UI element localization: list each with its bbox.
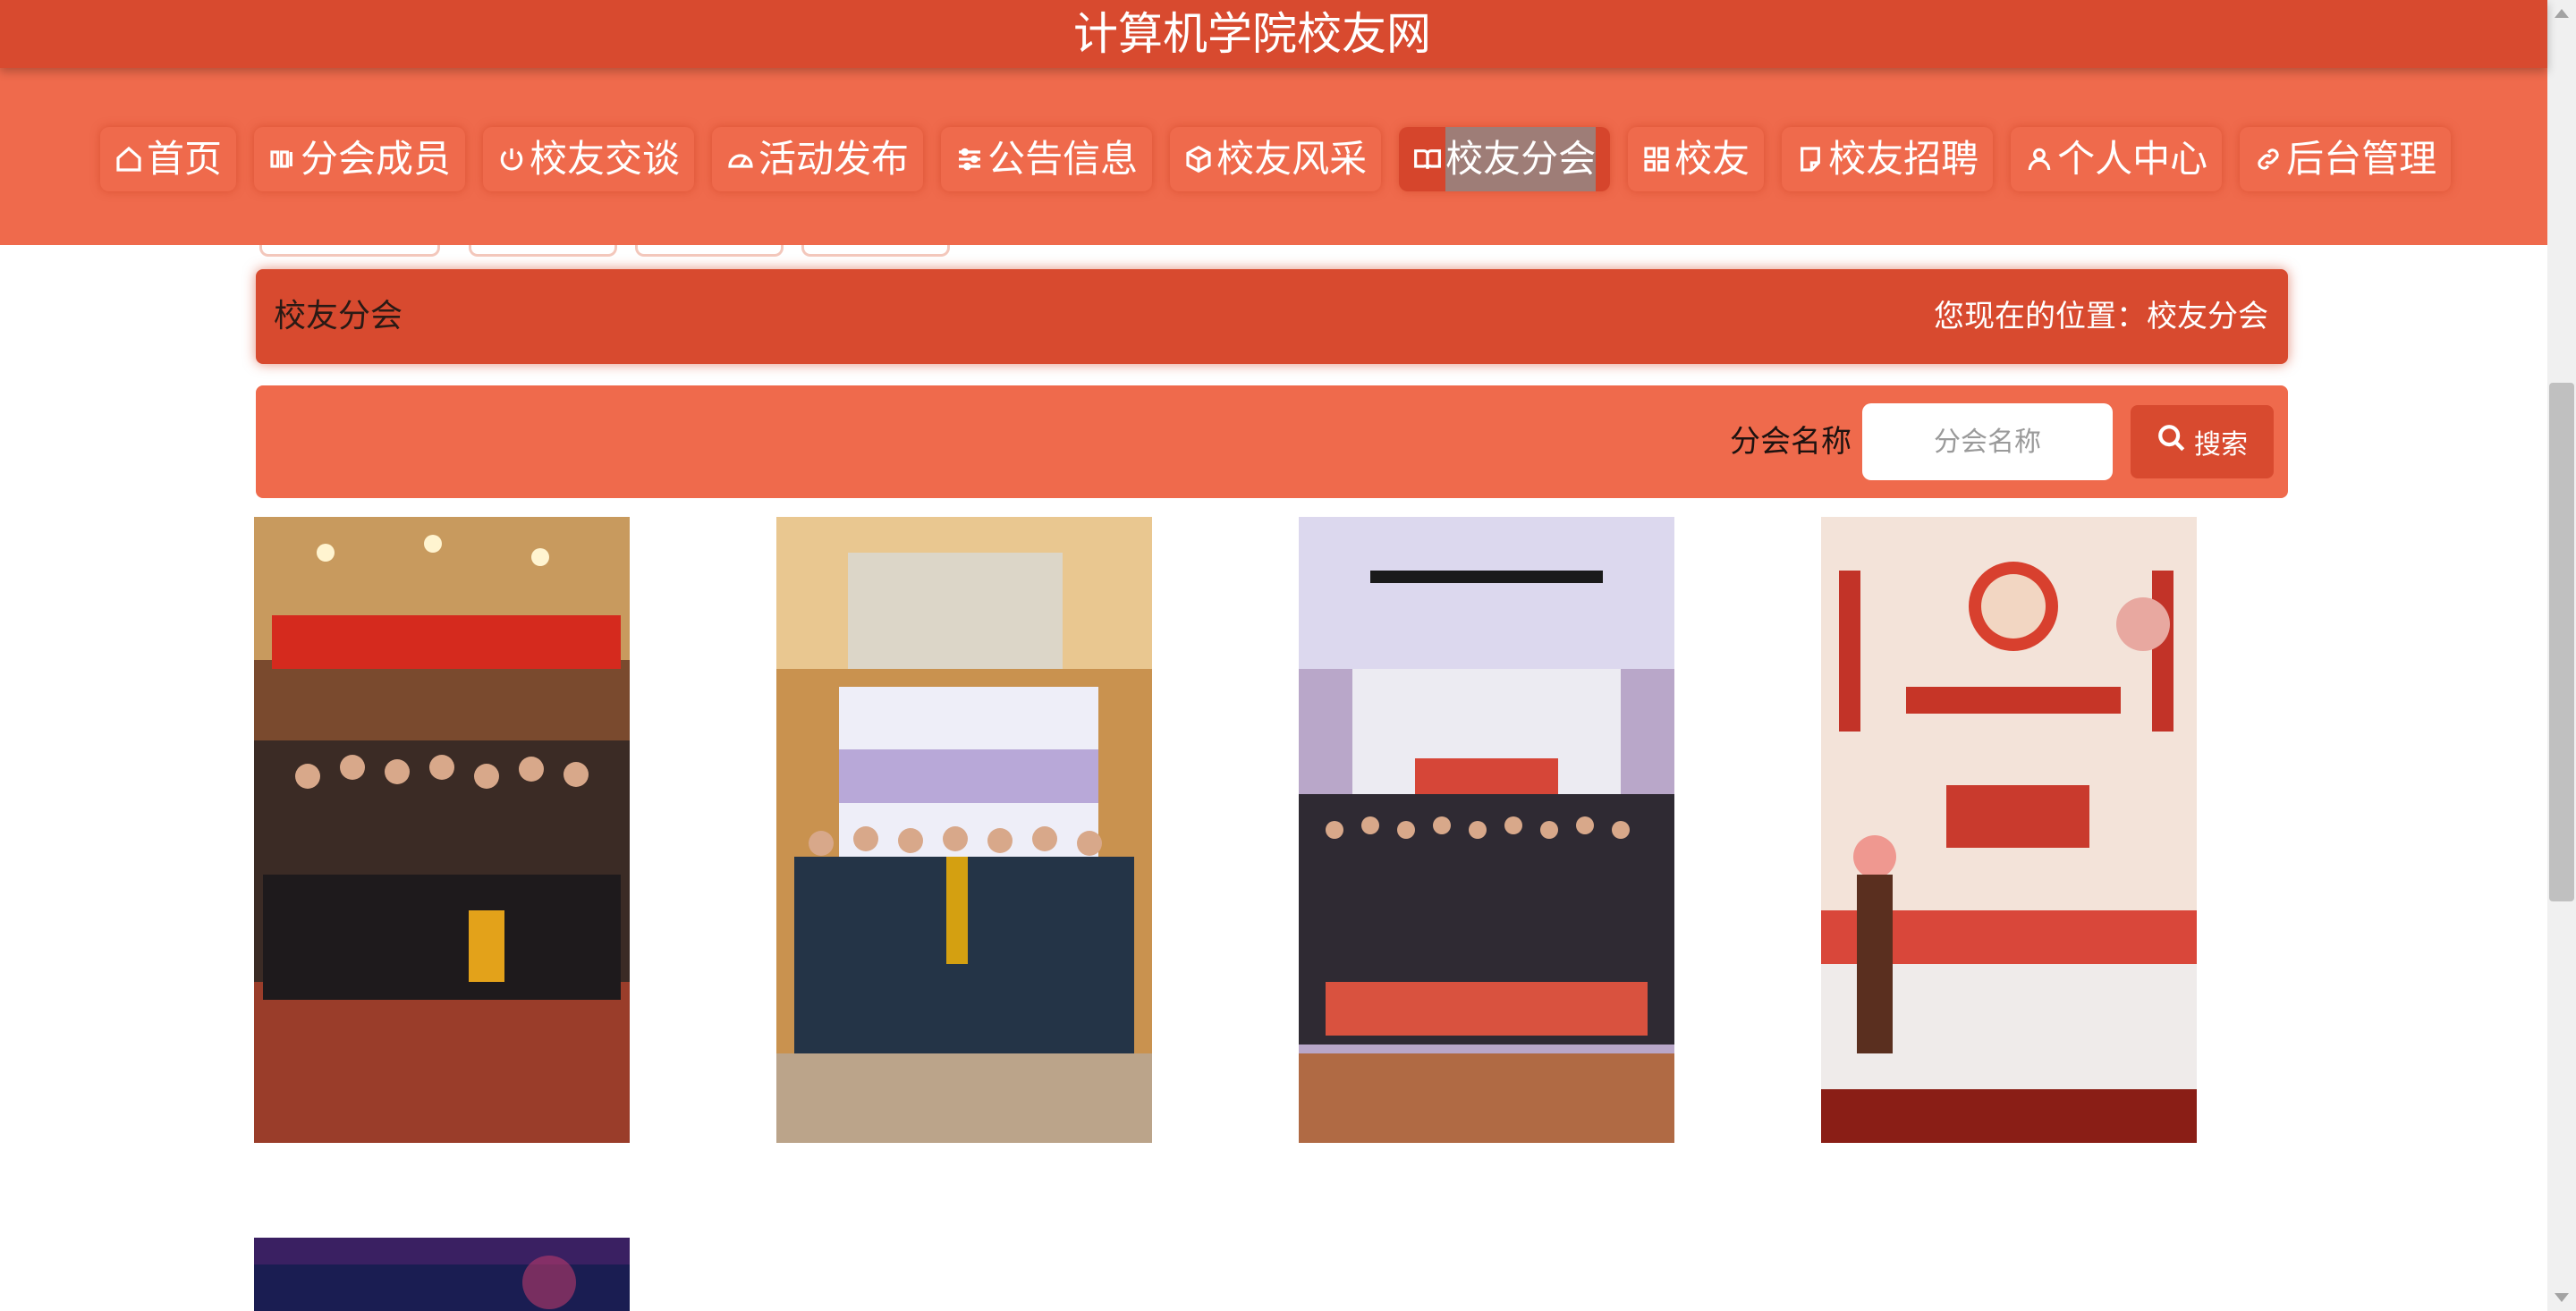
main-nav: 首页 分会成员 校友交谈 活动发布 公告信息 校友风采 校友分会 校友 校友招聘…: [0, 68, 2547, 245]
header-bar: 计算机学院校友网: [0, 0, 2547, 68]
nav-item-profile[interactable]: 个人中心: [2011, 127, 2222, 191]
search-button-label: 搜索: [2194, 429, 2248, 461]
group-photo: [254, 517, 630, 1143]
link-icon: [2254, 145, 2283, 173]
page-title: 校友分会: [274, 298, 403, 334]
branch-card[interactable]: [776, 517, 1152, 1143]
nav-item-label: 首页: [147, 137, 223, 181]
page-header: 校友分会 您现在的位置：校友分会: [256, 269, 2288, 364]
branch-card[interactable]: [254, 1238, 630, 1311]
search-button[interactable]: 搜索: [2131, 405, 2274, 478]
scroll-down-icon[interactable]: [2555, 1293, 2569, 1302]
home-icon: [114, 145, 143, 173]
scroll-up-icon[interactable]: [2555, 9, 2569, 18]
group-photo: [776, 517, 1152, 1143]
branch-card[interactable]: [1821, 517, 2197, 1143]
gauge-icon: [726, 145, 755, 173]
search-icon: [2157, 423, 2187, 461]
nav-item-home[interactable]: 首页: [100, 127, 236, 191]
nav-item-label: 后台管理: [2286, 137, 2437, 181]
members-icon: [268, 145, 297, 173]
nav-item-recruitment[interactable]: 校友招聘: [1782, 127, 1993, 191]
site-title: 计算机学院校友网: [1073, 8, 1431, 60]
nav-item-label: 校友: [1674, 137, 1750, 181]
search-input[interactable]: [1862, 403, 2113, 480]
nav-item-label: 校友分会: [1445, 127, 1597, 191]
group-photo: [1821, 517, 2197, 1143]
document-icon: [1796, 145, 1825, 173]
branch-card[interactable]: [254, 517, 630, 1143]
nav-item-label: 公告信息: [987, 137, 1139, 181]
nav-item-admin[interactable]: 后台管理: [2240, 127, 2451, 191]
nav-item-label: 校友招聘: [1828, 137, 1979, 181]
nav-item-notices[interactable]: 公告信息: [941, 127, 1152, 191]
cube-icon: [1184, 145, 1213, 173]
user-icon: [2025, 145, 2054, 173]
nav-item-label: 校友交谈: [530, 137, 681, 181]
nav-item-label: 活动发布: [758, 137, 910, 181]
search-label: 分会名称: [1730, 424, 1852, 460]
search-bar: 分会名称 搜索: [256, 385, 2288, 498]
nav-item-branches[interactable]: 校友分会: [1399, 127, 1611, 191]
book-open-icon: [1413, 145, 1442, 173]
scrollbar-thumb[interactable]: [2549, 383, 2574, 901]
nav-item-label: 校友风采: [1216, 137, 1368, 181]
grid-icon: [1642, 145, 1671, 173]
power-icon: [497, 145, 526, 173]
nav-item-alumni[interactable]: 校友: [1628, 127, 1764, 191]
nav-item-members[interactable]: 分会成员: [254, 127, 465, 191]
group-photo: [254, 1238, 630, 1311]
nav-item-activities[interactable]: 活动发布: [712, 127, 923, 191]
group-photo: [1299, 517, 1674, 1143]
nav-item-chat[interactable]: 校友交谈: [483, 127, 694, 191]
nav-list: 首页 分会成员 校友交谈 活动发布 公告信息 校友风采 校友分会 校友 校友招聘…: [100, 127, 2451, 191]
sliders-icon: [955, 145, 984, 173]
nav-item-label: 分会成员: [301, 137, 452, 181]
nav-item-showcase[interactable]: 校友风采: [1170, 127, 1381, 191]
breadcrumb: 您现在的位置：校友分会: [1934, 299, 2268, 334]
nav-item-label: 个人中心: [2057, 137, 2208, 181]
branch-card[interactable]: [1299, 517, 1674, 1143]
